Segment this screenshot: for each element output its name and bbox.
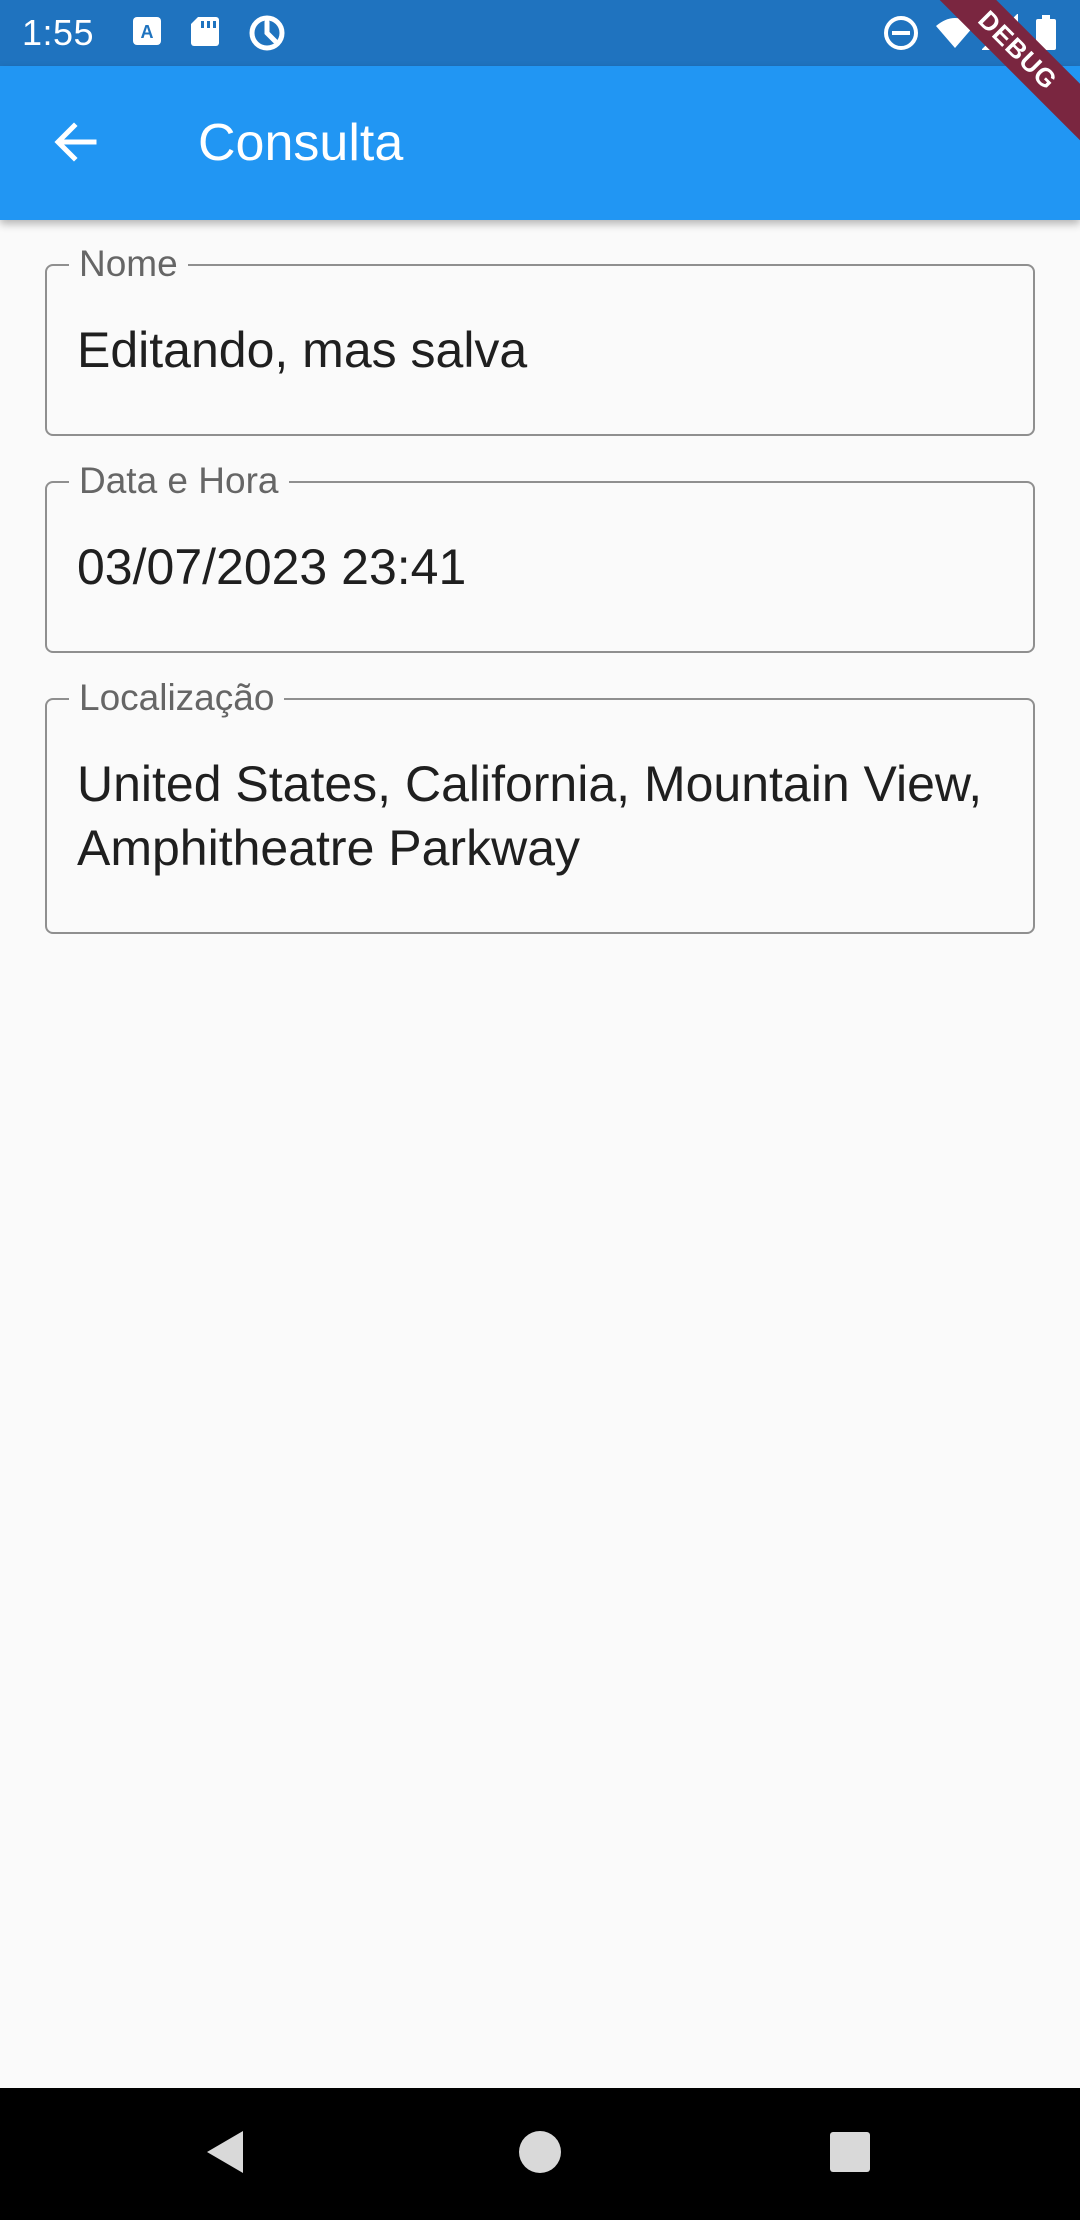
date-time-field-value: 03/07/2023 23:41 <box>77 539 467 595</box>
nav-recents-button[interactable] <box>820 2124 880 2184</box>
back-triangle-icon <box>201 2127 251 2182</box>
back-button[interactable] <box>36 104 116 184</box>
sd-card-icon <box>188 14 226 52</box>
name-field-label: Nome <box>69 242 188 286</box>
system-nav-bar <box>0 2088 1080 2220</box>
date-time-field[interactable]: Data e Hora 03/07/2023 23:41 <box>45 459 1035 653</box>
status-time: 1:55 <box>22 12 95 53</box>
home-circle-icon <box>515 2127 565 2182</box>
nav-home-button[interactable] <box>510 2124 570 2184</box>
location-field-label: Localização <box>69 676 285 720</box>
nav-back-button[interactable] <box>196 2124 256 2184</box>
app-bar: Consulta <box>0 66 1080 220</box>
status-bar: 1:55 A <box>0 0 1080 66</box>
recents-square-icon <box>825 2127 875 2182</box>
signal-icon <box>981 13 1020 52</box>
sync-icon <box>248 14 286 52</box>
do-not-disturb-icon <box>882 14 920 52</box>
location-field-value: United States, California, Mountain View… <box>77 756 983 876</box>
arrow-back-icon <box>52 118 100 171</box>
page-title: Consulta <box>198 114 404 172</box>
svg-text:A: A <box>141 22 154 42</box>
name-field[interactable]: Nome Editando, mas salva <box>45 242 1035 436</box>
battery-icon <box>1034 14 1072 52</box>
name-field-value: Editando, mas salva <box>77 322 528 378</box>
wifi-icon <box>934 14 974 52</box>
location-field[interactable]: Localização United States, California, M… <box>45 676 1035 934</box>
date-time-field-label: Data e Hora <box>69 459 289 503</box>
a-notification-icon: A <box>130 14 168 52</box>
